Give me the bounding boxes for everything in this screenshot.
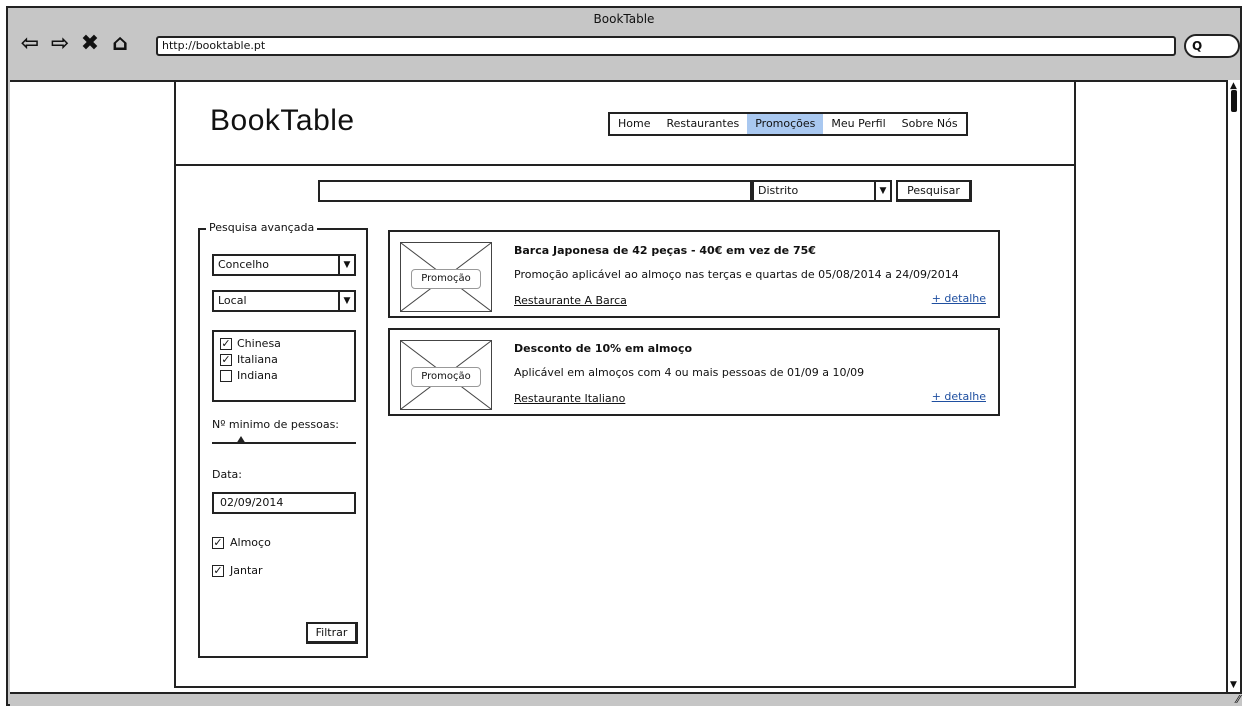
promotion-title: Desconto de 10% em almoço (514, 342, 693, 355)
cuisine-option-label: Indiana (237, 369, 278, 382)
promotion-image[interactable]: Promoção (400, 340, 492, 410)
promotion-title: Barca Japonesa de 42 peças - 40€ em vez … (514, 244, 816, 257)
slider-thumb[interactable] (235, 436, 246, 444)
search-button[interactable]: Pesquisar (896, 180, 972, 202)
forward-arrow-icon[interactable]: ⇨ (48, 32, 72, 56)
promotion-card: Promoção Desconto de 10% em almoço Aplicáv… (388, 328, 1000, 416)
url-bar[interactable]: http://booktable.pt (156, 36, 1176, 56)
meal-option-label: Jantar (230, 564, 263, 577)
advanced-search-legend: Pesquisa avançada (206, 221, 318, 234)
local-select[interactable]: Local ▼ (212, 290, 356, 312)
site-header: BookTable Home Restaurantes Promoções Meu P… (176, 82, 1074, 166)
vertical-scrollbar[interactable]: ▲ ▼ (1226, 80, 1240, 692)
search-row: Distrito ▼ Pesquisar (318, 180, 972, 202)
concelho-select[interactable]: Concelho ▼ (212, 254, 356, 276)
meal-option[interactable]: ✓ Almoço (212, 536, 271, 549)
cuisine-checklist: ✓ Chinesa ✓ Italiana Indiana (212, 330, 356, 402)
restaurant-link[interactable]: Restaurante A Barca (514, 294, 627, 307)
chevron-down-icon[interactable]: ▼ (338, 256, 354, 274)
checkbox-icon[interactable]: ✓ (212, 536, 224, 549)
browser-nav: ⇦ ⇨ ✖ ⌂ (18, 32, 132, 56)
restaurant-link[interactable]: Restaurante Italiano (514, 392, 625, 405)
main-menu: Home Restaurantes Promoções Meu Perfil Sobre… (608, 112, 968, 136)
local-select-value: Local (218, 294, 247, 307)
browser-search-field[interactable]: Q (1184, 34, 1240, 58)
cuisine-option[interactable]: ✓ Italiana (220, 352, 348, 368)
menu-item-home[interactable]: Home (610, 114, 658, 134)
home-icon[interactable]: ⌂ (108, 32, 132, 56)
min-people-label: Nº minimo de pessoas: (212, 418, 340, 431)
back-arrow-icon[interactable]: ⇦ (18, 32, 42, 56)
district-select[interactable]: Distrito ▼ (752, 180, 892, 202)
chevron-down-icon[interactable]: ▼ (338, 292, 354, 310)
cuisine-option[interactable]: Indiana (220, 368, 348, 384)
promotion-image[interactable]: Promoção (400, 242, 492, 312)
district-select-value: Distrito (758, 184, 799, 197)
cuisine-option[interactable]: ✓ Chinesa (220, 336, 348, 352)
scroll-down-icon[interactable]: ▼ (1230, 681, 1237, 690)
checkbox-icon[interactable]: ✓ (220, 338, 232, 350)
status-bar: ⁄⁄ (10, 692, 1242, 706)
search-input[interactable] (318, 180, 752, 202)
promotion-description: Aplicável em almoços com 4 ou mais pesso… (514, 366, 865, 379)
checkbox-icon[interactable] (220, 370, 232, 382)
resize-grip-icon[interactable]: ⁄⁄ (1236, 694, 1240, 706)
close-icon[interactable]: ✖ (78, 32, 102, 56)
menu-item-restaurantes[interactable]: Restaurantes (658, 114, 747, 134)
details-link[interactable]: + detalhe (932, 390, 986, 403)
scroll-thumb[interactable] (1231, 90, 1237, 112)
window-title: BookTable (593, 12, 655, 26)
details-link[interactable]: + detalhe (932, 292, 986, 305)
checkbox-icon[interactable]: ✓ (220, 354, 232, 366)
filter-button[interactable]: Filtrar (306, 622, 358, 644)
menu-item-sobre-nós[interactable]: Sobre Nós (894, 114, 966, 134)
checkbox-icon[interactable]: ✓ (212, 564, 224, 577)
date-input[interactable]: 02/09/2014 (212, 492, 356, 514)
concelho-select-value: Concelho (218, 258, 269, 271)
date-label: Data: (212, 468, 242, 481)
meal-option-label: Almoço (230, 536, 271, 549)
menu-item-promoções[interactable]: Promoções (747, 114, 824, 134)
promotion-image-label: Promoção (411, 269, 481, 289)
advanced-search-panel: Pesquisa avançada Concelho ▼ Local ▼ ✓ Ch… (198, 221, 368, 658)
page-container: BookTable Home Restaurantes Promoções Meu P… (174, 80, 1076, 688)
meal-option[interactable]: ✓ Jantar (212, 564, 263, 577)
promotion-card: Promoção Barca Japonesa de 42 peças - 40€… (388, 230, 1000, 318)
menu-item-meu-perfil[interactable]: Meu Perfil (823, 114, 893, 134)
promotion-description: Promoção aplicável ao almoço nas terças … (514, 268, 959, 281)
cuisine-option-label: Chinesa (237, 337, 281, 350)
promotion-image-label: Promoção (411, 367, 481, 387)
cuisine-option-label: Italiana (237, 353, 278, 366)
site-logo[interactable]: BookTable (210, 104, 355, 138)
min-people-slider[interactable] (212, 442, 356, 444)
search-icon: Q (1192, 39, 1203, 53)
chevron-down-icon[interactable]: ▼ (874, 182, 890, 200)
